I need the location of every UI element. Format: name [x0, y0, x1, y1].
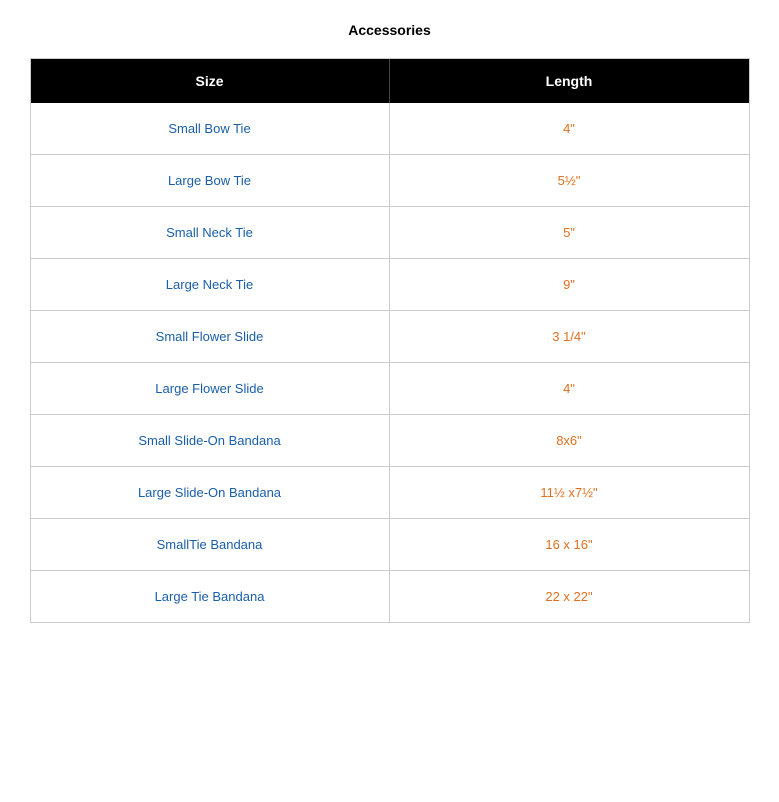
cell-size: Large Flower Slide	[31, 363, 390, 414]
header-length: Length	[390, 59, 749, 103]
cell-length: 3 1/4"	[390, 311, 749, 362]
cell-length: 5½"	[390, 155, 749, 206]
cell-size: Large Tie Bandana	[31, 571, 390, 622]
table-row: Large Neck Tie9"	[31, 258, 749, 310]
cell-size: Small Flower Slide	[31, 311, 390, 362]
cell-length: 8x6"	[390, 415, 749, 466]
table-row: Large Bow Tie5½"	[31, 154, 749, 206]
cell-length: 22 x 22"	[390, 571, 749, 622]
cell-length: 4"	[390, 103, 749, 154]
cell-size: SmallTie Bandana	[31, 519, 390, 570]
table-row: Small Slide-On Bandana8x6"	[31, 414, 749, 466]
table-row: Small Bow Tie4"	[31, 103, 749, 154]
page-title: Accessories	[348, 22, 431, 38]
table-body: Small Bow Tie4"Large Bow Tie5½"Small Nec…	[31, 103, 749, 622]
table-row: Large Flower Slide4"	[31, 362, 749, 414]
cell-length: 11½ x7½"	[390, 467, 749, 518]
cell-size: Large Slide-On Bandana	[31, 467, 390, 518]
cell-length: 9"	[390, 259, 749, 310]
page-title-area: Accessories	[0, 0, 779, 58]
header-size: Size	[31, 59, 390, 103]
table-row: SmallTie Bandana16 x 16"	[31, 518, 749, 570]
cell-size: Small Slide-On Bandana	[31, 415, 390, 466]
table-row: Small Neck Tie5"	[31, 206, 749, 258]
cell-size: Small Neck Tie	[31, 207, 390, 258]
table-row: Small Flower Slide3 1/4"	[31, 310, 749, 362]
accessories-table: Size Length Small Bow Tie4"Large Bow Tie…	[30, 58, 750, 623]
cell-length: 16 x 16"	[390, 519, 749, 570]
cell-size: Small Bow Tie	[31, 103, 390, 154]
cell-size: Large Neck Tie	[31, 259, 390, 310]
table-header: Size Length	[31, 59, 749, 103]
cell-length: 5"	[390, 207, 749, 258]
cell-size: Large Bow Tie	[31, 155, 390, 206]
table-row: Large Slide-On Bandana11½ x7½"	[31, 466, 749, 518]
cell-length: 4"	[390, 363, 749, 414]
table-row: Large Tie Bandana22 x 22"	[31, 570, 749, 622]
